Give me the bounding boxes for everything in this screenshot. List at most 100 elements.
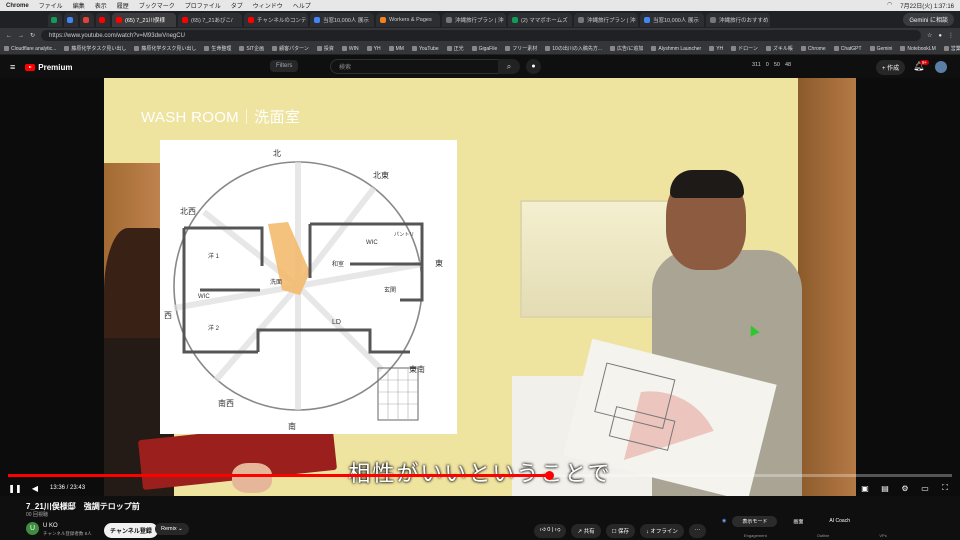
browser-tab[interactable]: 当窓10,000人 展示 bbox=[310, 12, 374, 27]
video-player[interactable]: WASH ROOM｜洗面室 北 北東 東 東南 南 南西 西 北西 洋 1 洋 … bbox=[0, 78, 960, 496]
progress-scrubber[interactable] bbox=[544, 471, 554, 480]
channel-name[interactable]: U KO bbox=[43, 523, 58, 529]
os-menu-history[interactable]: 履歴 bbox=[117, 1, 129, 10]
browser-tab[interactable]: チャンネルのコンテ bbox=[244, 12, 308, 27]
settings-gear-icon[interactable]: ⚙ bbox=[900, 483, 910, 493]
offline-button[interactable]: ↓ オフライン bbox=[640, 524, 684, 538]
browser-tab[interactable] bbox=[64, 12, 78, 27]
os-clock: 7月22日(火) 1:37:16 bbox=[900, 4, 954, 10]
bookmark-star-icon[interactable]: ☆ bbox=[927, 32, 932, 39]
bookmark-item[interactable]: 投資 bbox=[316, 45, 334, 52]
bookmark-item[interactable]: 藤原化学タスク見い出し bbox=[134, 45, 196, 52]
filters-button[interactable]: Filters bbox=[270, 60, 299, 72]
save-button[interactable]: ☐ 保存 bbox=[605, 524, 636, 538]
reload-icon[interactable]: ↻ bbox=[30, 32, 35, 39]
bookmark-item[interactable]: YH bbox=[366, 46, 381, 52]
bookmark-item[interactable]: YouTube bbox=[411, 46, 439, 52]
like-button[interactable]: 👍︎ 0 | 👎︎ bbox=[534, 524, 567, 538]
bookmark-item[interactable]: フリー素材 bbox=[505, 45, 537, 52]
os-menu-bookmarks[interactable]: ブックマーク bbox=[139, 1, 175, 10]
youtube-header: ≡ Premium Filters 検索 ⌕ ● 311 0 50 48 + 作… bbox=[0, 56, 960, 78]
browser-tab[interactable]: (65) 7_21あびこ/ bbox=[178, 12, 242, 27]
browser-tab[interactable] bbox=[96, 12, 110, 27]
bookmark-item[interactable]: 広告/に追加 bbox=[610, 45, 643, 52]
bookmark-item[interactable]: ズキル帳 bbox=[765, 45, 793, 52]
tab-favicon-icon bbox=[82, 16, 89, 23]
search-input[interactable]: 検索 bbox=[330, 59, 515, 74]
bookmark-label: 広告/に追加 bbox=[617, 46, 644, 52]
os-app-name[interactable]: Chrome bbox=[6, 3, 29, 9]
video-progress-bar[interactable] bbox=[8, 471, 952, 480]
mode-tab-ai-coach[interactable]: AI Coach bbox=[819, 516, 860, 526]
bookmark-item[interactable]: NotebookLM bbox=[900, 45, 936, 52]
os-menu-help[interactable]: ヘルプ bbox=[293, 1, 311, 10]
more-actions-icon[interactable]: ⋯ bbox=[688, 524, 707, 538]
os-menu-profile[interactable]: プロファイル bbox=[185, 1, 221, 10]
browser-tab[interactable] bbox=[48, 12, 62, 27]
search-button[interactable]: ⌕ bbox=[498, 59, 520, 74]
bookmark-item[interactable]: YH bbox=[709, 46, 723, 52]
voice-search-button[interactable]: ● bbox=[526, 59, 541, 74]
captions-icon[interactable]: ▤ bbox=[880, 483, 890, 493]
bookmark-item[interactable]: MM bbox=[388, 46, 404, 52]
bookmark-item[interactable]: GigaFile bbox=[471, 46, 497, 52]
volume-icon[interactable]: ◀︎ bbox=[30, 483, 40, 493]
tab-favicon-icon bbox=[578, 16, 584, 23]
floorplan-diagram: 北 北東 東 東南 南 南西 西 北西 洋 1 洋 2 WIC WIC 洗面 和… bbox=[164, 149, 443, 431]
browser-tab[interactable]: (65) 7_21川俣様 bbox=[112, 12, 176, 27]
bookmark-item[interactable]: 10の出川の入稿先方... bbox=[545, 45, 602, 52]
bookmark-item[interactable]: 正光 bbox=[446, 45, 464, 52]
browser-tab[interactable]: 当窓10,000人 展示 bbox=[640, 12, 704, 27]
bookmark-item[interactable]: ChatGPT bbox=[833, 46, 862, 52]
fullscreen-icon[interactable]: ⛶ bbox=[940, 483, 950, 493]
browser-tab[interactable] bbox=[80, 12, 94, 27]
bookmark-item[interactable]: 藤原化学タスク見い出し bbox=[64, 45, 126, 52]
bookmark-item[interactable]: WIN bbox=[341, 46, 359, 52]
bookmark-item[interactable]: Alyshmm Launcher bbox=[651, 46, 701, 52]
more-menu-icon[interactable]: ⋮ bbox=[948, 32, 954, 39]
os-menu-window[interactable]: ウィンドウ bbox=[253, 1, 283, 10]
side-panel-sublabels: Engagement Outline VPs bbox=[744, 533, 887, 538]
os-menu-file[interactable]: ファイル bbox=[39, 1, 63, 10]
bookmark-item[interactable]: 顧客パターン bbox=[272, 45, 309, 52]
hamburger-menu-icon[interactable]: ≡ bbox=[10, 62, 15, 72]
bookmark-item[interactable]: ドローン bbox=[731, 45, 758, 52]
address-bar[interactable]: https://www.youtube.com/watch?v=M93dwVne… bbox=[41, 30, 921, 41]
bookmark-item[interactable]: Cloudflare analytic... bbox=[4, 46, 56, 52]
mode-tab-screen[interactable]: 画面 bbox=[783, 516, 813, 527]
youtube-logo[interactable]: Premium bbox=[25, 63, 73, 72]
autoplay-toggle-icon[interactable]: ▣ bbox=[860, 483, 870, 493]
browser-tab[interactable]: 沖縄旅行のおすすめ bbox=[706, 12, 770, 27]
theater-mode-icon[interactable]: ▭ bbox=[920, 483, 930, 493]
bookmark-item[interactable]: Gemini bbox=[869, 46, 892, 52]
os-menu-tab[interactable]: タブ bbox=[231, 1, 243, 10]
browser-tab[interactable]: Workers & Pages bbox=[376, 12, 440, 27]
bookmark-item[interactable]: 生命整理 bbox=[204, 45, 231, 52]
browser-tab[interactable]: 沖縄旅行プラン | 沖 bbox=[442, 12, 506, 27]
pause-icon[interactable]: ❚❚ bbox=[8, 483, 21, 493]
side-panel-icon[interactable]: ◉ bbox=[722, 518, 726, 524]
create-button[interactable]: + 作成 bbox=[876, 60, 906, 75]
plan-room-2: 洋 2 bbox=[208, 324, 220, 332]
bookmark-item[interactable]: SIT企画 bbox=[239, 45, 264, 52]
wifi-icon[interactable]: ◠ bbox=[887, 1, 892, 10]
bookmark-item[interactable]: Chrome bbox=[800, 46, 826, 52]
browser-tab-strip: (65) 7_21川俣様 (65) 7_21あびこ/チャンネルのコンテ 当窓10,0… bbox=[0, 11, 960, 28]
profile-icon[interactable]: ● bbox=[938, 33, 942, 39]
back-icon[interactable]: ← bbox=[6, 33, 12, 39]
bookmark-label: NotebookLM bbox=[907, 45, 936, 52]
subscribe-button[interactable]: チャンネル登録 bbox=[104, 523, 158, 538]
share-button[interactable]: ↗ 共有 bbox=[571, 524, 601, 538]
remix-button[interactable]: Remix ⌄ bbox=[155, 523, 189, 535]
mode-tab-display[interactable]: 表示モード bbox=[732, 515, 778, 527]
account-avatar[interactable] bbox=[935, 61, 947, 73]
browser-tab[interactable]: (2) ママボホームズ bbox=[508, 12, 572, 27]
gemini-button[interactable]: Gemini に相談 bbox=[903, 13, 954, 26]
bookmark-item[interactable]: 営業 bbox=[943, 45, 960, 52]
os-menu-view[interactable]: 表示 bbox=[95, 1, 107, 10]
browser-tab[interactable]: 沖縄旅行プラン | 沖 bbox=[574, 12, 638, 27]
forward-icon[interactable]: → bbox=[18, 33, 24, 39]
os-menu-edit[interactable]: 編集 bbox=[73, 1, 85, 10]
tab-label: 沖縄旅行プラン | 沖 bbox=[455, 17, 504, 24]
channel-avatar[interactable]: U bbox=[26, 522, 39, 535]
